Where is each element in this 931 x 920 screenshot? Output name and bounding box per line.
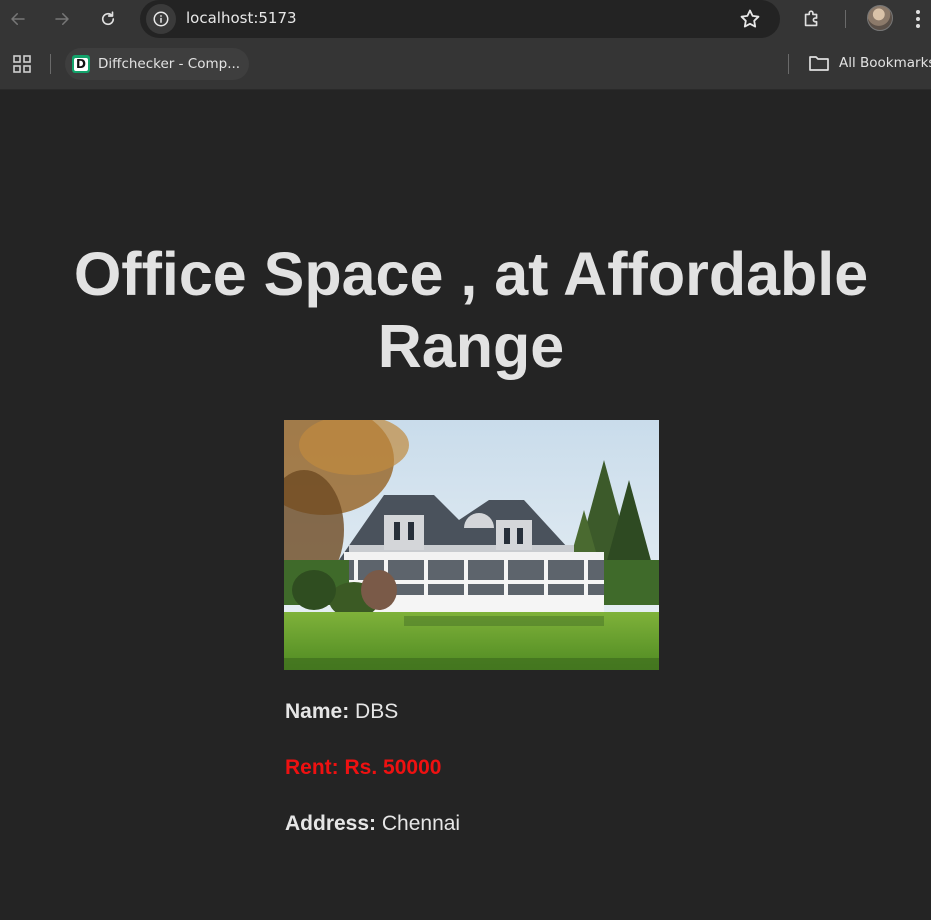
more-vert-icon [916, 10, 920, 28]
forward-button[interactable] [47, 4, 77, 34]
toolbar-divider [845, 10, 846, 28]
arrow-left-icon [11, 13, 25, 25]
bookmark-label: Diffchecker - Comp... [98, 56, 241, 72]
page-title: Office Space , at Affordable Range [73, 240, 869, 380]
address-bar[interactable]: localhost:5173 [140, 0, 780, 38]
reload-button[interactable] [93, 4, 123, 34]
puzzle-icon [804, 10, 818, 27]
address-label: Address: [285, 812, 377, 835]
folder-icon [809, 56, 829, 71]
name-value: DBS [355, 700, 399, 723]
extensions-button[interactable] [798, 5, 826, 33]
name-label: Name: [285, 700, 350, 723]
all-bookmarks-button[interactable]: All Bookmarks [808, 54, 931, 72]
bookmark-star-icon[interactable] [738, 7, 762, 31]
browser-toolbar: localhost:5173 [0, 0, 931, 40]
all-bookmarks-label: All Bookmarks [839, 55, 931, 71]
arrow-right-icon [55, 13, 69, 25]
rent-value: Rs. 50000 [344, 756, 442, 779]
property-image [284, 420, 659, 670]
property-name: Name: DBS [285, 700, 398, 724]
house-photo [284, 420, 659, 670]
bookmarks-divider-right [788, 54, 789, 74]
bookmarks-divider [50, 54, 51, 74]
reload-icon [101, 11, 115, 26]
info-icon [153, 11, 169, 27]
bookmark-diffchecker[interactable]: D Diffchecker - Comp... [65, 48, 249, 80]
property-rent: Rent: Rs. 50000 [285, 756, 441, 780]
apps-grid-icon[interactable] [12, 54, 32, 74]
address-value: Chennai [381, 812, 461, 835]
url-text[interactable]: localhost:5173 [186, 9, 297, 27]
diffchecker-favicon-icon: D [72, 55, 90, 73]
back-button[interactable] [3, 4, 33, 34]
rent-label: Rent: [285, 756, 339, 779]
menu-button[interactable] [908, 5, 928, 33]
page-content: Office Space , at Affordable Range Name:… [0, 90, 931, 920]
profile-avatar[interactable] [867, 5, 893, 31]
property-address: Address: Chennai [285, 812, 460, 836]
bookmarks-bar: D Diffchecker - Comp... All Bookmarks [0, 40, 931, 90]
site-info-button[interactable] [146, 4, 176, 34]
